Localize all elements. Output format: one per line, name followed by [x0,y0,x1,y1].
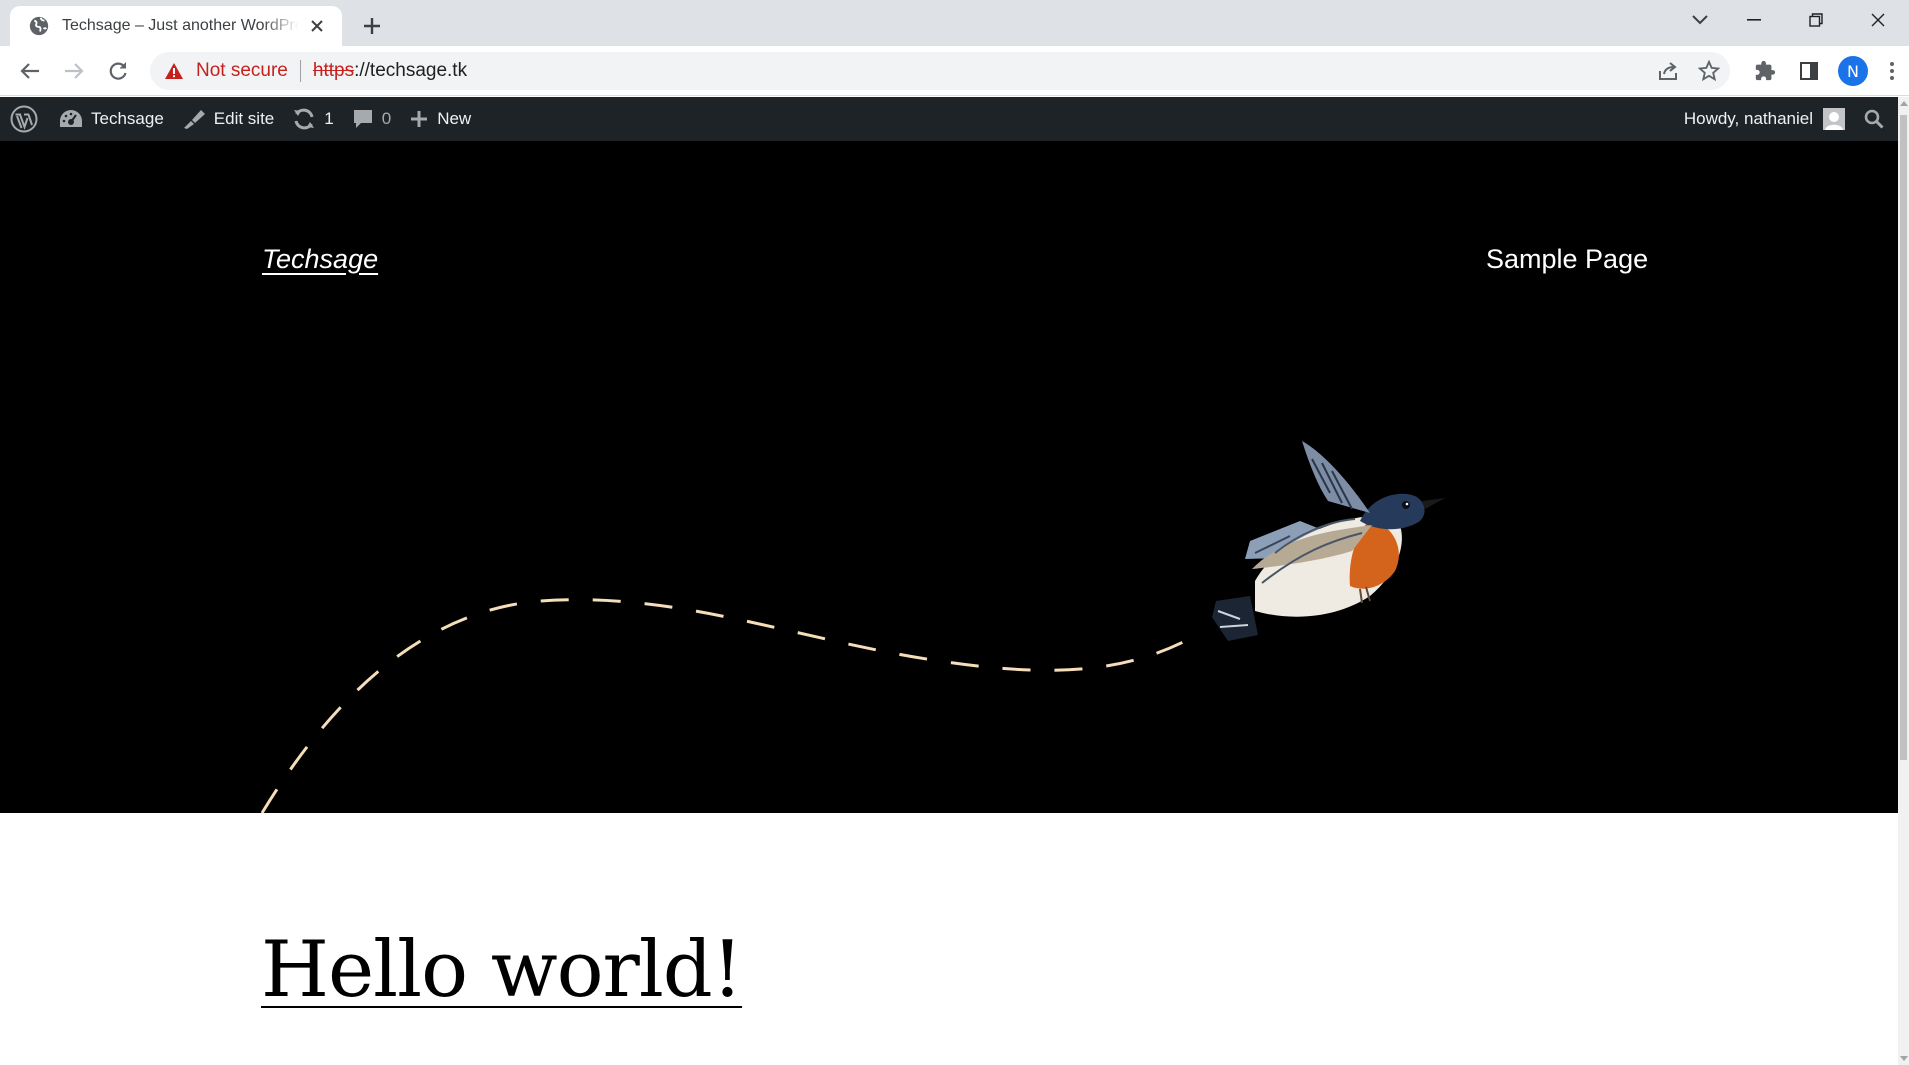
edit-site-label: Edit site [213,109,275,128]
reload-icon [109,62,127,80]
wordpress-logo-icon [10,105,38,133]
site-name-label: Techsage [91,109,164,128]
omnibox-divider [299,60,301,82]
plus-icon [411,111,428,127]
url-host: ://techsage.tk [354,60,468,81]
dashboard-gauge-icon [60,110,82,127]
arrow-left-icon [20,63,39,79]
hero-illustration [260,441,1445,813]
tab-search-button[interactable] [1686,6,1714,34]
puzzle-icon [1755,60,1776,81]
browser-tabstrip: Techsage – Just another WordPress site [0,0,1909,46]
chrome-menu-button[interactable] [1875,52,1909,90]
comment-bubble-icon [353,110,372,128]
star-bookmark-icon[interactable] [1698,60,1720,82]
toolbar-right: N [1743,52,1909,90]
side-panel-button[interactable] [1787,52,1831,90]
my-account-menu[interactable]: Howdy, nathaniel [1675,97,1854,141]
profile-button[interactable]: N [1831,52,1875,90]
scroll-up-arrow[interactable] [1900,101,1908,106]
forward-button[interactable] [58,55,90,87]
restore-icon [1809,13,1823,27]
restore-button[interactable] [1785,0,1847,40]
wp-admin-bar: Techsage Edit site 1 0 New Howdy, nathan… [0,97,1898,141]
minimize-button[interactable] [1723,0,1785,40]
close-tab-icon[interactable] [306,15,328,37]
new-content-menu[interactable]: New [400,97,480,141]
edit-site-link[interactable]: Edit site [173,97,283,141]
new-tab-button[interactable] [358,12,386,40]
back-button[interactable] [14,55,46,87]
new-content-label: New [437,109,472,128]
updates-count: 1 [324,109,334,128]
browser-tab-active[interactable]: Techsage – Just another WordPress site [10,6,342,46]
bird-illustration [1212,441,1445,641]
reload-button[interactable] [102,55,134,87]
profile-avatar: N [1838,56,1868,86]
url-text[interactable]: https://techsage.tk [313,60,467,82]
updates-link[interactable]: 1 [283,97,342,141]
warning-icon [165,63,183,79]
admin-search-button[interactable] [1854,97,1898,141]
admin-bar-secondary: Howdy, nathaniel [1675,97,1898,141]
extensions-button[interactable] [1743,52,1787,90]
post-title-link[interactable]: Hello world! [261,925,743,1015]
url-scheme: https [312,60,355,81]
share-icon[interactable] [1658,61,1680,81]
omnibox-actions [1658,52,1720,90]
close-window-button[interactable] [1847,0,1909,40]
chevron-down-icon [1692,15,1708,25]
dashed-flight-path [260,598,1196,813]
plus-icon [364,18,380,34]
comments-link[interactable]: 0 [343,97,400,141]
brush-icon [183,110,205,129]
user-silhouette-icon [1825,112,1843,130]
window-controls [1723,0,1909,40]
more-vertical-icon [1890,62,1894,80]
scrollbar-thumb[interactable] [1900,115,1907,760]
howdy-text: Howdy, nathaniel [1683,109,1813,128]
wp-logo-menu[interactable] [0,97,50,141]
user-avatar [1823,108,1845,130]
minimize-icon [1747,19,1761,21]
updates-icon [294,108,315,130]
browser-toolbar: Not secure https://techsage.tk N [0,46,1909,96]
side-panel-icon [1800,62,1818,80]
arrow-right-icon [65,63,84,79]
site-header-hero: Techsage Sample Page [0,141,1898,813]
address-bar[interactable]: Not secure https://techsage.tk [150,52,1730,90]
page-scrollbar[interactable] [1898,97,1909,1065]
search-icon [1864,109,1884,129]
globe-icon [29,16,49,36]
site-name-menu[interactable]: Techsage [50,97,173,141]
scroll-down-arrow[interactable] [1900,1056,1908,1061]
tab-title: Techsage – Just another WordPress site [62,17,298,34]
security-status[interactable]: Not secure [196,60,288,82]
close-icon [1871,13,1885,27]
comments-count: 0 [381,109,392,128]
